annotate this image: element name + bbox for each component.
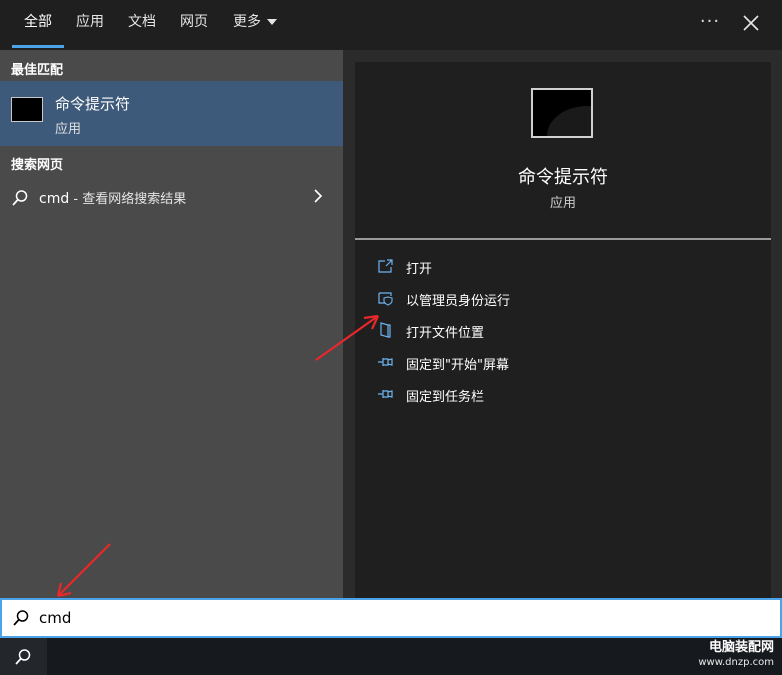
- web-search-suffix: - 查看网络搜索结果: [69, 192, 187, 207]
- preview-card: 命令提示符 应用 打开 以管理员身份运行 打开文件位置 固定到"开始"屏幕 固定…: [355, 62, 771, 598]
- open-icon: [378, 259, 393, 273]
- best-match-result[interactable]: 命令提示符 应用: [0, 81, 343, 146]
- action-run-as-admin-label: 以管理员身份运行: [406, 294, 511, 309]
- search-box[interactable]: cmd: [0, 598, 782, 638]
- web-search-heading: 搜索网页: [11, 158, 64, 173]
- divider: [355, 238, 771, 240]
- action-pin-to-start-label: 固定到"开始"屏幕: [406, 358, 509, 373]
- web-search-query: cmd: [39, 191, 70, 207]
- more-options-icon[interactable]: ···: [697, 8, 723, 38]
- best-match-subtitle: 应用: [55, 122, 82, 137]
- search-icon: [15, 649, 31, 665]
- tab-more-label: 更多: [233, 14, 261, 30]
- action-open-label: 打开: [406, 262, 433, 277]
- command-prompt-icon: [11, 97, 43, 122]
- search-filter-bar: 全部 应用 文档 网页 更多 ···: [0, 0, 782, 50]
- file-location-icon: [380, 322, 391, 338]
- preview-panel: 命令提示符 应用 打开 以管理员身份运行 打开文件位置 固定到"开始"屏幕 固定…: [343, 50, 782, 598]
- web-search-result[interactable]: cmd - 查看网络搜索结果: [0, 176, 343, 216]
- web-search-text: cmd - 查看网络搜索结果: [39, 188, 186, 207]
- tab-documents[interactable]: 文档: [128, 0, 156, 50]
- action-open-file-location-label: 打开文件位置: [406, 326, 485, 341]
- preview-app-name: 命令提示符: [518, 167, 608, 188]
- watermark-title: 电脑装配网: [708, 640, 774, 655]
- taskbar: 电脑装配网 www.dnzp.com: [0, 638, 782, 675]
- results-panel: 最佳匹配 命令提示符 应用 搜索网页 cmd - 查看网络搜索结果: [0, 50, 343, 598]
- action-pin-to-taskbar-label: 固定到任务栏: [406, 390, 485, 405]
- best-match-title: 命令提示符: [55, 95, 131, 113]
- pin-icon: [378, 358, 393, 366]
- command-prompt-large-icon: [531, 88, 593, 138]
- watermark-url: www.dnzp.com: [698, 657, 774, 668]
- caret-down-icon: [267, 19, 277, 25]
- tab-apps[interactable]: 应用: [76, 0, 104, 50]
- run-as-admin-shield-icon: [378, 292, 393, 306]
- chevron-right-icon: [314, 189, 323, 203]
- close-icon[interactable]: [738, 8, 764, 38]
- watermark: 电脑装配网 www.dnzp.com: [698, 640, 774, 670]
- best-match-heading: 最佳匹配: [11, 63, 64, 78]
- tab-more[interactable]: 更多: [233, 0, 277, 50]
- tab-web[interactable]: 网页: [180, 0, 208, 50]
- search-icon: [12, 190, 28, 206]
- preview-app-type: 应用: [549, 196, 576, 211]
- pin-icon: [378, 390, 393, 398]
- taskbar-search-button[interactable]: [0, 638, 47, 675]
- tab-all[interactable]: 全部: [12, 0, 64, 50]
- search-icon: [13, 610, 29, 626]
- search-input[interactable]: cmd: [39, 609, 71, 627]
